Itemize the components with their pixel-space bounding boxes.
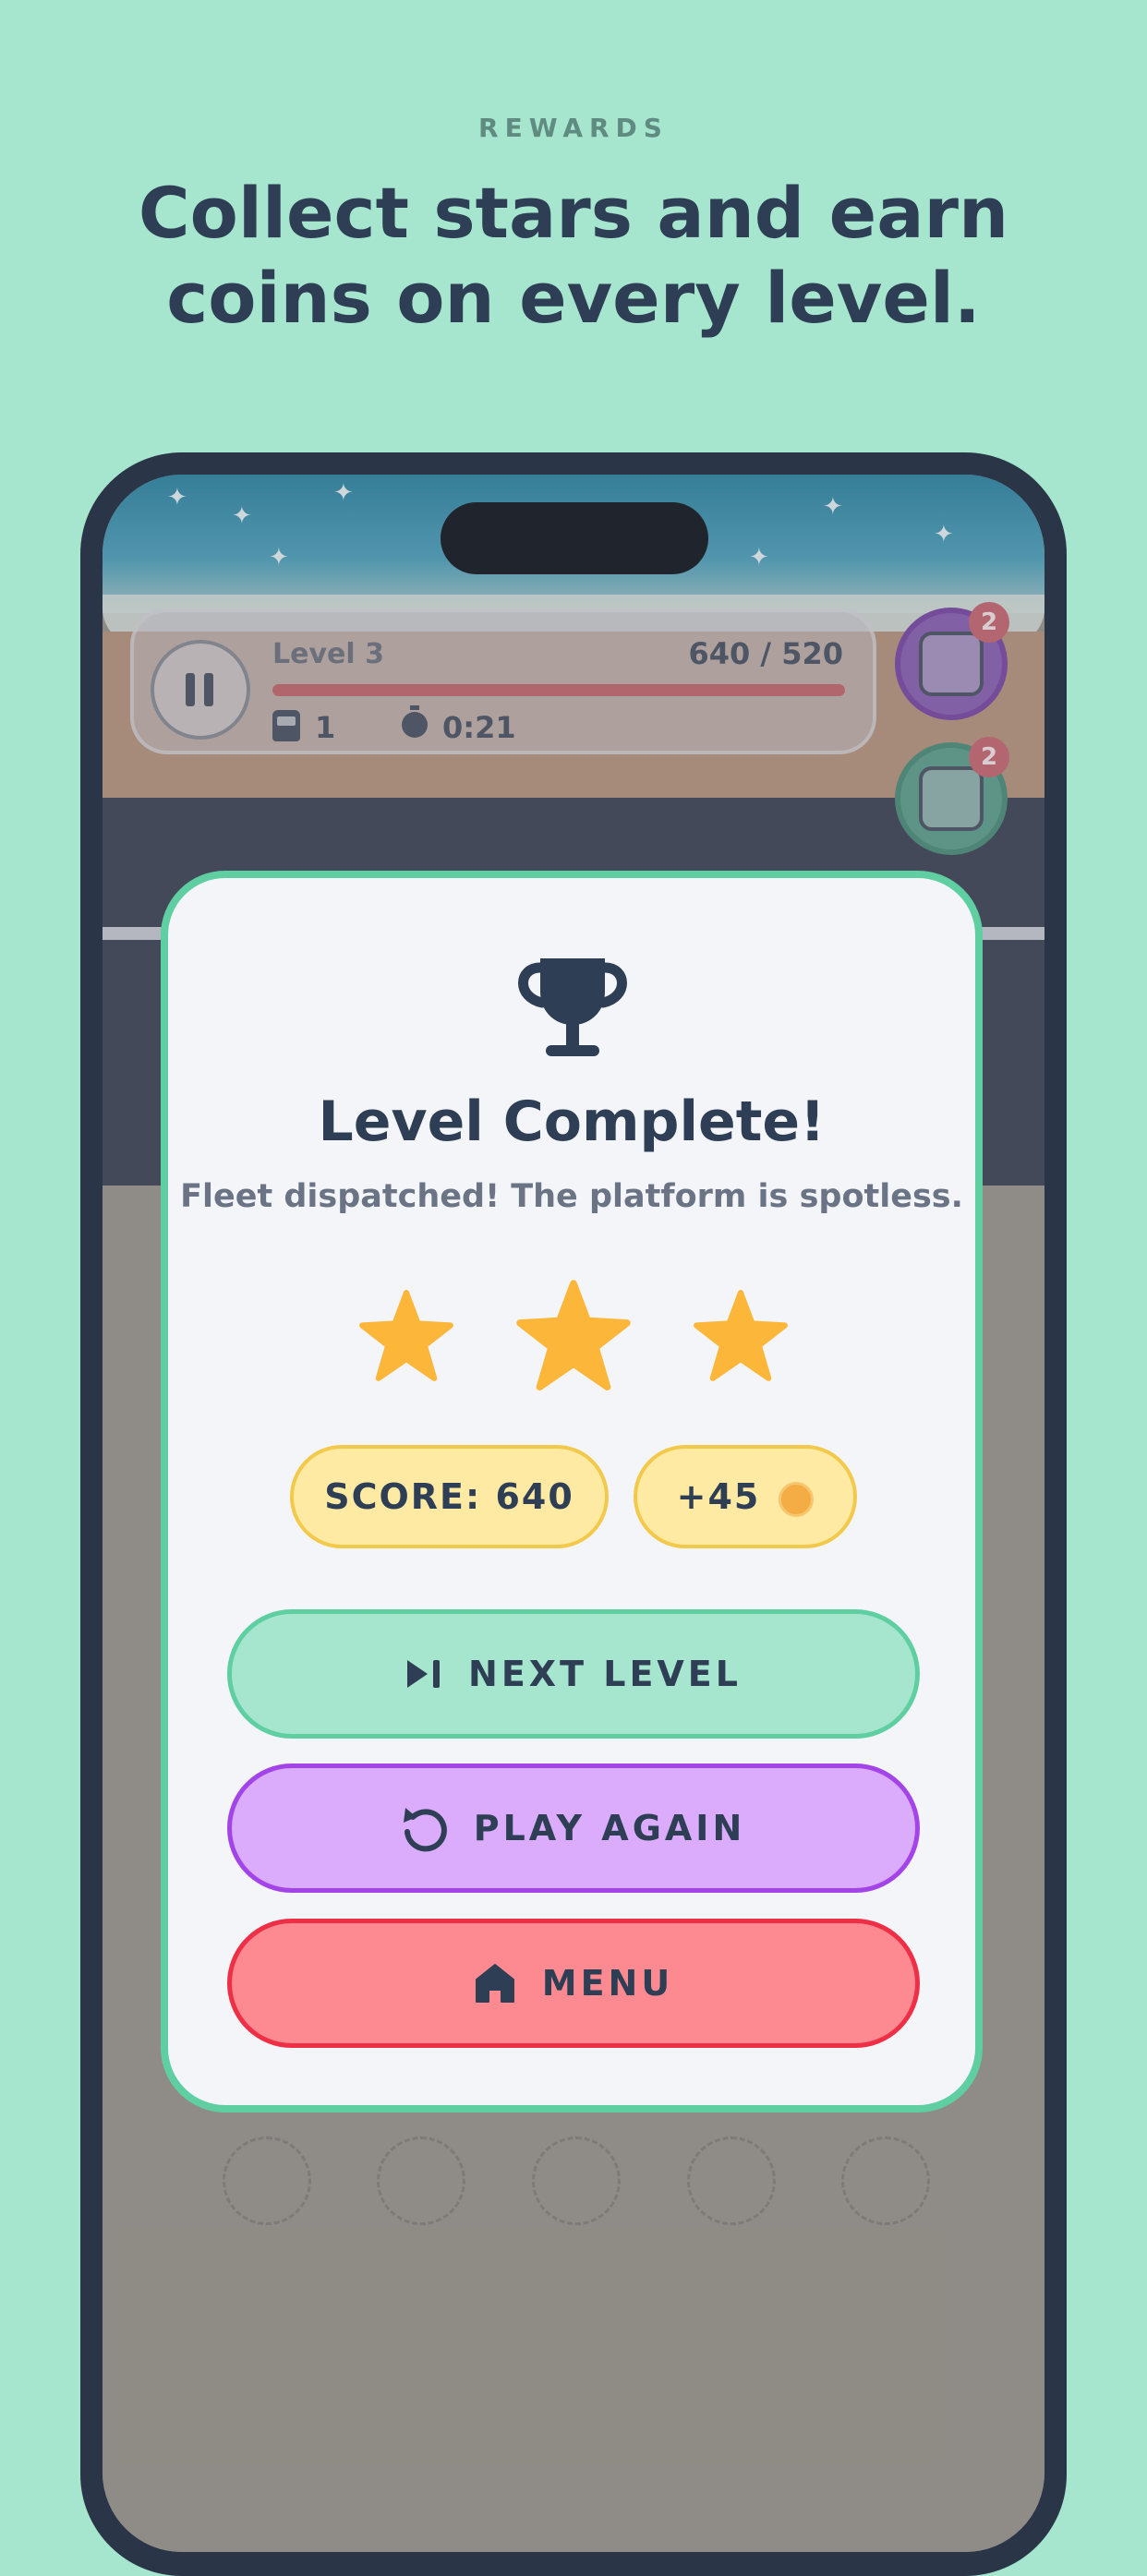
star-icon — [516, 1280, 631, 1390]
play-again-button[interactable]: PLAY AGAIN — [227, 1763, 920, 1893]
marketing-headline: Collect stars and earn coins on every le… — [0, 171, 1147, 341]
skip-next-icon — [407, 1660, 441, 1688]
trophy-icon — [518, 958, 627, 1056]
modal-title: Level Complete! — [318, 1089, 826, 1154]
home-icon — [475, 1964, 514, 2003]
section-kicker: REWARDS — [478, 113, 669, 143]
coin-icon — [779, 1481, 815, 1517]
headline-line-2: coins on every level. — [166, 257, 981, 339]
next-level-label: NEXT LEVEL — [468, 1654, 742, 1694]
menu-button[interactable]: MENU — [227, 1919, 920, 2048]
coins-pill: +45 — [634, 1445, 857, 1548]
replay-icon — [403, 1808, 447, 1852]
headline-line-1: Collect stars and earn — [138, 172, 1009, 254]
next-level-button[interactable]: NEXT LEVEL — [227, 1609, 920, 1739]
modal-subtitle: Fleet dispatched! The platform is spotle… — [180, 1178, 963, 1215]
score-pill: SCORE: 640 — [290, 1445, 609, 1548]
play-again-label: PLAY AGAIN — [473, 1808, 746, 1848]
star-icon — [694, 1290, 788, 1381]
coins-earned: +45 — [676, 1476, 761, 1517]
menu-label: MENU — [541, 1963, 674, 2004]
star-icon — [359, 1290, 453, 1381]
